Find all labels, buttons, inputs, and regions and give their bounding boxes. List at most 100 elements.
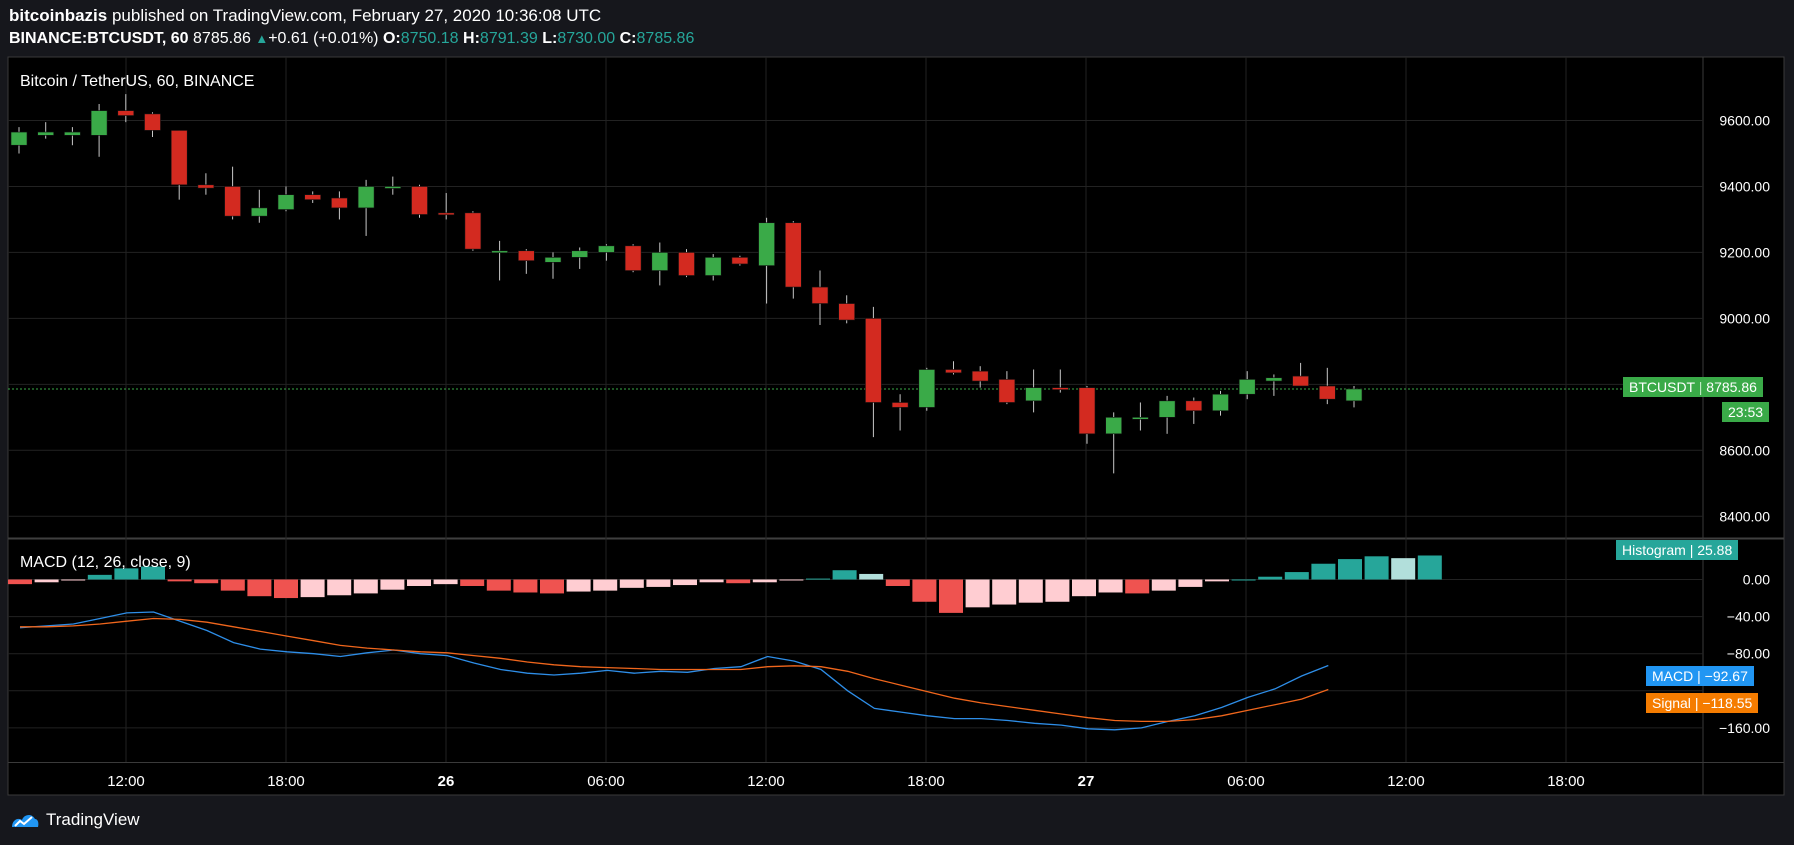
candle-body: [704, 257, 722, 276]
candle-body: [437, 212, 455, 216]
candle-body: [571, 250, 589, 258]
macd-tick-label: −160.00: [1719, 720, 1770, 736]
countdown-tag: 23:53: [1722, 402, 1770, 422]
histogram-bar: [566, 579, 591, 592]
candle-body: [624, 245, 642, 271]
histogram-bar: [1311, 563, 1336, 580]
price-tick-label: 9400.00: [1719, 178, 1770, 194]
time-tick-label: 12:00: [1387, 773, 1425, 790]
signal-tag-value: −118.55: [1702, 695, 1753, 711]
candle-body: [517, 250, 535, 261]
histogram-bar: [407, 579, 431, 586]
candle: [918, 367, 936, 411]
histogram-bar: [1231, 579, 1256, 581]
countdown-value: 23:53: [1728, 404, 1764, 420]
candle-body: [384, 186, 402, 189]
macd-tick-label: −80.00: [1727, 646, 1770, 662]
histogram-bar: [1284, 572, 1309, 580]
candle-body: [998, 379, 1016, 403]
candle-body: [144, 113, 161, 131]
time-tick-label: 18:00: [907, 773, 945, 790]
candle-body: [1078, 387, 1096, 435]
histogram-bar: [353, 579, 378, 594]
histogram-bar: [593, 579, 618, 591]
candle-body: [865, 318, 882, 403]
time-tick-label: 12:00: [107, 773, 145, 790]
time-tick-label: 18:00: [267, 773, 305, 790]
histogram-bar: [61, 579, 86, 581]
candle-body: [678, 252, 695, 276]
histogram-bar: [752, 579, 777, 583]
ticker-tag-value: 8785.86: [1706, 379, 1757, 395]
histogram-bar: [1178, 579, 1203, 587]
candle-body: [90, 110, 108, 136]
time-tick-label: 26: [438, 773, 455, 790]
signal-tag-label: Signal: [1652, 695, 1691, 711]
candle-body: [117, 110, 135, 116]
time-tick-label: 12:00: [747, 773, 785, 790]
histogram-bar: [167, 579, 192, 582]
candle-body: [197, 184, 215, 189]
histogram-bar: [619, 579, 644, 588]
histogram-bar: [380, 579, 405, 590]
candle: [784, 221, 802, 299]
candle-body: [64, 131, 81, 136]
candle-body: [170, 130, 188, 186]
candle-body: [1025, 387, 1042, 402]
candle-body: [918, 369, 936, 408]
macd-tick-label: −40.00: [1727, 609, 1770, 625]
price-tick-label: 8600.00: [1719, 442, 1770, 458]
candle-body: [598, 245, 615, 253]
macd-tag: MACD | −92.67: [1646, 666, 1754, 686]
candle-body: [811, 286, 829, 304]
histogram-bar: [513, 579, 538, 593]
histogram-bar: [673, 579, 697, 586]
candle-body: [1185, 400, 1203, 412]
candle-body: [491, 250, 508, 254]
histogram-bar: [34, 579, 59, 583]
tradingview-logo-icon: [12, 814, 39, 827]
candle: [464, 211, 482, 251]
histogram-bar: [194, 579, 219, 584]
price-tick-label: 8400.00: [1719, 508, 1770, 524]
candle-body: [1158, 400, 1176, 418]
candle-body: [891, 402, 909, 408]
candle-body: [331, 197, 348, 209]
candle-body: [731, 257, 749, 265]
candle-body: [838, 303, 856, 321]
histogram-bar: [832, 570, 857, 580]
price-tick-label: 9200.00: [1719, 244, 1770, 260]
candle-body: [304, 194, 322, 200]
candle-body: [1265, 377, 1283, 382]
histogram-bar: [1205, 579, 1229, 582]
candle-body: [1052, 387, 1069, 390]
histogram-bar: [1098, 579, 1123, 593]
candle: [678, 249, 695, 278]
candle-body: [251, 207, 268, 217]
candle-body: [784, 222, 802, 288]
histogram-bar: [220, 579, 245, 591]
candle-body: [1212, 393, 1229, 412]
footer: TradingView: [10, 810, 140, 830]
candle-body: [758, 222, 775, 266]
histogram-bar: [327, 579, 352, 596]
candle-body: [10, 131, 28, 146]
histogram-bar: [779, 579, 804, 581]
histogram-bar: [274, 579, 298, 599]
histogram-bar: [540, 579, 564, 594]
candle-body: [37, 131, 55, 136]
tradingview-brand[interactable]: TradingView: [46, 810, 140, 830]
candle-body: [1132, 417, 1149, 420]
histogram-bar: [300, 579, 325, 598]
histogram-bar: [726, 579, 751, 584]
time-tick-label: 27: [1078, 773, 1095, 790]
price-pane-title: Bitcoin / TetherUS, 60, BINANCE: [20, 73, 254, 90]
chart-canvas[interactable]: 9600.00 9400.00 9200.00 9000.00 8600.00 8400.…: [0, 0, 1794, 800]
ticker-tag-label: BTCUSDT: [1629, 379, 1695, 395]
histogram-bar: [912, 579, 937, 602]
histogram-bar: [87, 574, 112, 580]
candle-body: [224, 186, 241, 217]
histogram-bar: [1125, 579, 1150, 594]
histogram-bar: [885, 579, 910, 586]
histogram-bar: [646, 579, 671, 587]
